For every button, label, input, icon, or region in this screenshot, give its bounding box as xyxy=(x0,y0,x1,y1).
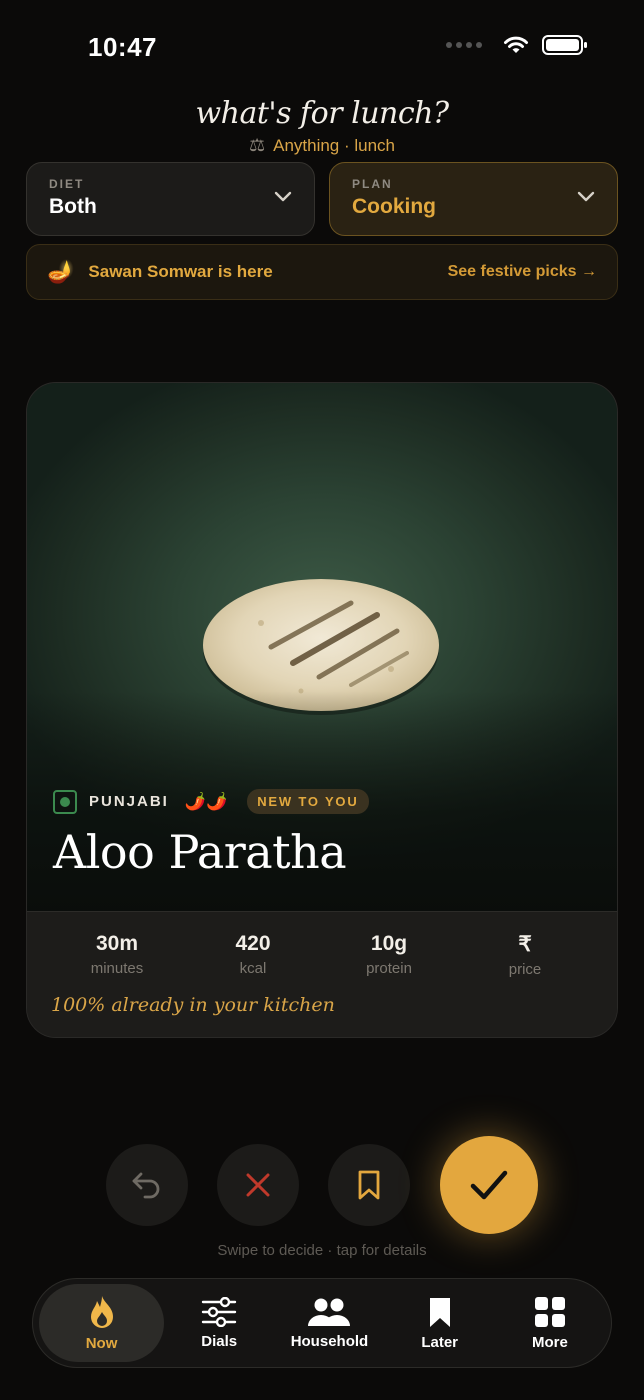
status-icons xyxy=(446,34,588,56)
stat-value: ₹ xyxy=(518,933,532,956)
stat-value: 30m xyxy=(95,932,139,955)
tab-later[interactable]: Later xyxy=(385,1284,495,1362)
stat-label: kcal xyxy=(239,960,267,977)
tab-label: Later xyxy=(421,1333,458,1351)
new-to-you-badge: NEW TO YOU xyxy=(247,789,369,814)
tab-label: Household xyxy=(290,1332,369,1350)
festive-picks-link[interactable]: See festive picks → xyxy=(448,263,597,281)
veg-indicator-icon xyxy=(53,789,77,814)
bookmark-icon xyxy=(358,1170,380,1200)
dish-tags: PUNJABI 🌶️🌶️ NEW TO YOU xyxy=(53,789,369,814)
checkmark-icon xyxy=(470,1170,508,1200)
close-icon xyxy=(246,1173,270,1197)
sliders-icon xyxy=(202,1296,237,1327)
save-for-later-button[interactable] xyxy=(328,1144,410,1226)
page-title: what's for lunch? xyxy=(195,96,449,131)
stat-label: minutes xyxy=(90,960,144,977)
tab-now[interactable]: Now xyxy=(39,1284,165,1362)
undo-icon xyxy=(132,1172,160,1199)
cuisine-label: PUNJABI xyxy=(89,793,169,810)
diet-dropdown[interactable]: DIET Both xyxy=(26,162,315,236)
plan-label: PLAN xyxy=(352,177,393,191)
grid-icon xyxy=(534,1296,565,1327)
status-bar: 10:47 xyxy=(0,0,644,96)
festive-title: Sawan Somwar is here xyxy=(88,262,273,281)
chevron-down-icon xyxy=(577,191,595,202)
stat-protein: 10g protein xyxy=(321,932,457,978)
accept-button[interactable] xyxy=(440,1136,538,1234)
festive-banner[interactable]: 🪔 Sawan Somwar is here See festive picks… xyxy=(26,244,618,300)
dish-card[interactable]: PUNJABI 🌶️🌶️ NEW TO YOU Aloo Paratha 30m… xyxy=(26,382,618,1038)
tab-bar: Now Dials Household Later More xyxy=(32,1278,612,1368)
stat-label: protein xyxy=(366,960,412,977)
tab-label: Now xyxy=(85,1334,118,1352)
stat-label: price xyxy=(508,961,542,978)
undo-button[interactable] xyxy=(106,1144,188,1226)
bookmark-icon xyxy=(429,1297,450,1327)
context-summary[interactable]: ⚖ Anything · lunch xyxy=(0,135,644,156)
cellular-signal-icon xyxy=(446,42,482,48)
stat-value: 10g xyxy=(370,932,408,955)
diya-icon: 🪔 xyxy=(47,259,75,284)
filter-dropdowns: DIET Both PLAN Cooking xyxy=(26,162,618,236)
dish-name: Aloo Paratha xyxy=(53,825,347,879)
tab-dials[interactable]: Dials xyxy=(164,1284,274,1362)
tab-label: Dials xyxy=(201,1332,238,1350)
diet-label: DIET xyxy=(49,177,85,191)
kitchen-availability-note: 100% already in your kitchen xyxy=(51,994,335,1016)
dish-image: PUNJABI 🌶️🌶️ NEW TO YOU Aloo Paratha xyxy=(27,383,617,911)
flame-icon xyxy=(90,1295,113,1328)
people-icon xyxy=(308,1298,351,1326)
skip-button[interactable] xyxy=(217,1144,299,1226)
tab-household[interactable]: Household xyxy=(274,1284,384,1362)
tab-label: More xyxy=(531,1333,568,1351)
tab-more[interactable]: More xyxy=(495,1284,605,1362)
stat-time: 30m minutes xyxy=(49,932,185,978)
page-header: what's for lunch? ⚖ Anything · lunch xyxy=(0,96,644,156)
chevron-down-icon xyxy=(274,191,292,202)
diet-value: Both xyxy=(49,195,97,218)
decision-actions xyxy=(0,1136,644,1236)
gesture-hint: Swipe to decide · tap for details xyxy=(217,1242,427,1259)
stat-price: ₹ price xyxy=(457,932,593,978)
plan-value: Cooking xyxy=(352,195,436,218)
dish-stats: 30m minutes 420 kcal 10g protein ₹ price… xyxy=(27,911,617,1037)
scale-icon: ⚖ xyxy=(248,135,266,155)
status-time: 10:47 xyxy=(88,32,157,62)
stat-calories: 420 kcal xyxy=(185,932,321,978)
context-summary-text: Anything · lunch xyxy=(273,135,396,155)
spice-level-icon: 🌶️🌶️ xyxy=(184,791,228,811)
plan-dropdown[interactable]: PLAN Cooking xyxy=(329,162,618,236)
battery-icon xyxy=(542,35,587,55)
stat-value: 420 xyxy=(235,932,271,955)
wifi-icon xyxy=(504,36,528,53)
